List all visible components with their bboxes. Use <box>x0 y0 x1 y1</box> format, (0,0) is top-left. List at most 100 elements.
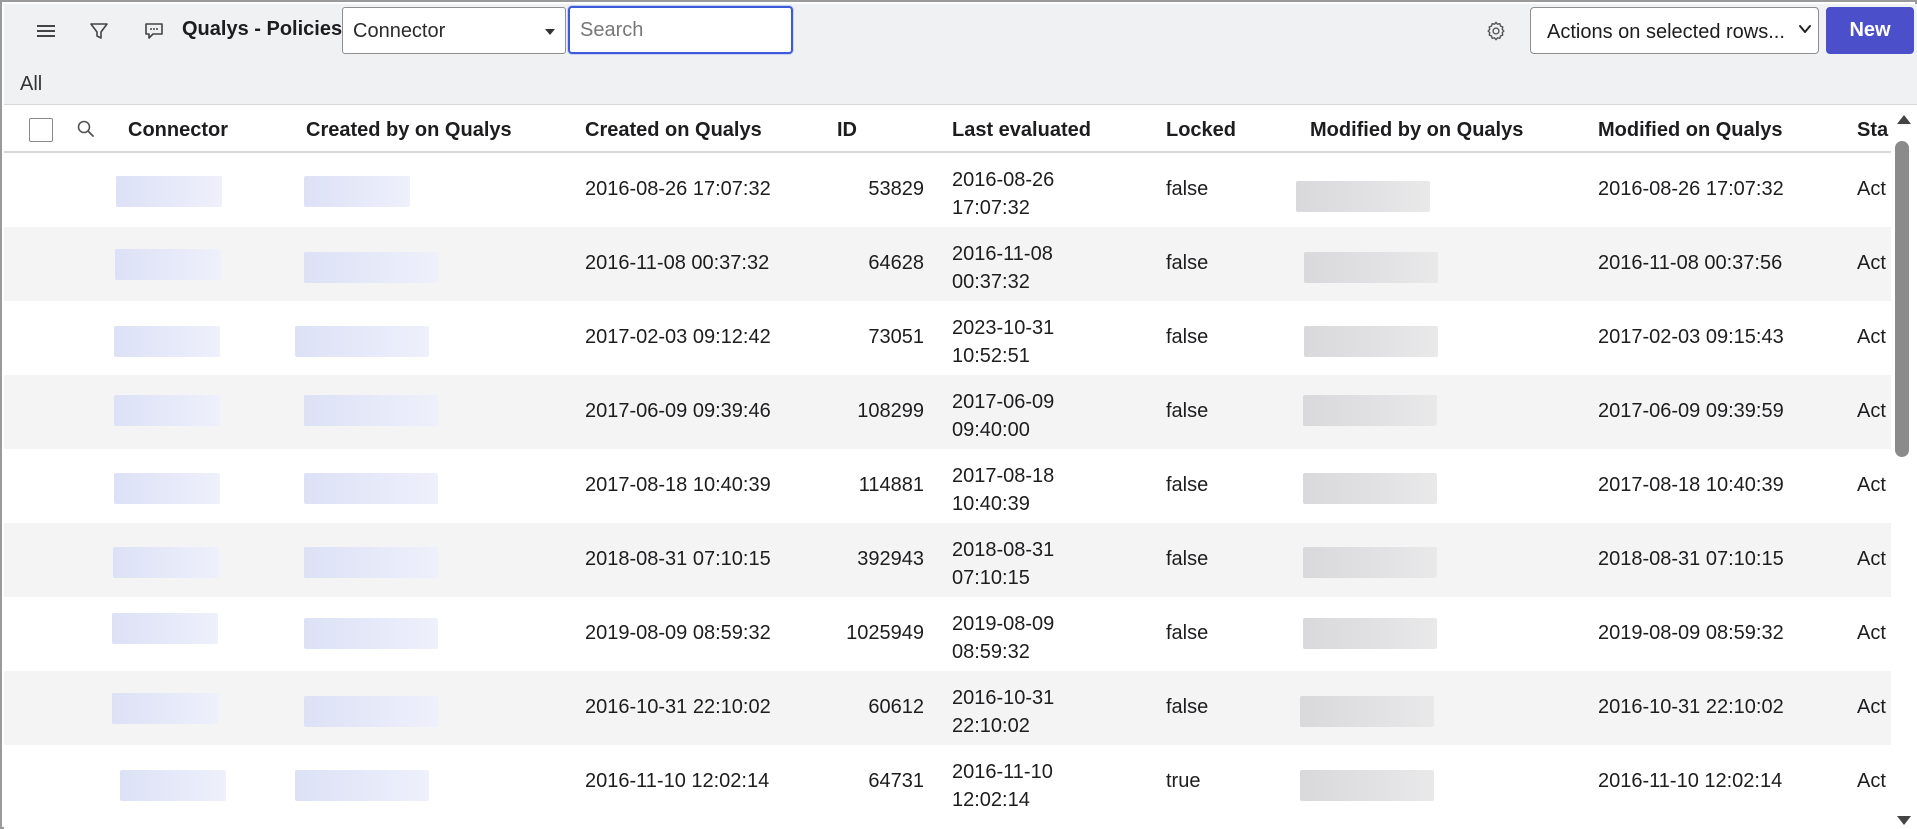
locked-cell: false <box>1166 252 1209 274</box>
locked-cell: false <box>1166 696 1209 718</box>
chevron-down-icon <box>1798 22 1812 41</box>
state-cell: Act <box>1857 474 1886 496</box>
created-by-link[interactable] <box>304 176 410 207</box>
modified-by-link[interactable] <box>1300 770 1434 801</box>
column-header-connector[interactable]: Connector <box>128 119 228 142</box>
search-field-select[interactable]: Connector <box>342 7 566 54</box>
state-cell: Act <box>1857 400 1886 422</box>
search-icon[interactable] <box>76 119 96 144</box>
modified-by-link[interactable] <box>1303 618 1437 649</box>
column-header-modified-on[interactable]: Modified on Qualys <box>1598 119 1782 142</box>
last-evaluated-cell: 2016-11-10 12:02:14 <box>952 758 1082 814</box>
table-row[interactable]: 2016-11-08 00:37:32 64628 2016-11-08 00:3… <box>4 227 1891 301</box>
modified-by-link[interactable] <box>1303 547 1437 578</box>
column-header-locked[interactable]: Locked <box>1166 119 1236 142</box>
locked-cell: false <box>1166 548 1209 570</box>
created-on-cell: 2017-02-03 09:12:42 <box>585 326 771 348</box>
modified-on-cell: 2016-11-10 12:02:14 <box>1598 770 1783 792</box>
id-cell: 64731 <box>868 770 924 792</box>
new-button[interactable]: New <box>1826 7 1914 54</box>
created-by-link[interactable] <box>295 770 429 801</box>
search-input[interactable] <box>568 6 793 54</box>
created-by-link[interactable] <box>304 547 438 578</box>
table-row[interactable]: 2017-06-09 09:39:46 108299 2017-06-09 09:… <box>4 375 1891 449</box>
state-cell: Act <box>1857 770 1886 792</box>
table-header: Connector Created by on Qualys Created o… <box>4 105 1891 153</box>
speech-bubble-icon[interactable] <box>138 16 170 46</box>
column-header-state[interactable]: Sta <box>1857 119 1888 142</box>
created-by-link[interactable] <box>304 395 438 426</box>
actions-select[interactable]: Actions on selected rows... <box>1530 7 1819 54</box>
modified-by-link[interactable] <box>1304 326 1438 357</box>
connector-link[interactable] <box>116 176 222 207</box>
created-on-cell: 2016-08-26 17:07:32 <box>585 178 771 200</box>
table-row[interactable]: 2016-11-10 12:02:14 64731 2016-11-10 12:0… <box>4 745 1891 819</box>
column-header-id[interactable]: ID <box>837 119 857 142</box>
state-cell: Act <box>1857 252 1886 274</box>
modified-by-link[interactable] <box>1303 395 1437 426</box>
id-cell: 392943 <box>857 548 924 570</box>
created-by-link[interactable] <box>304 696 438 727</box>
created-by-link[interactable] <box>304 252 438 283</box>
table-row[interactable]: 2019-08-09 08:59:32 1025949 2019-08-09 08… <box>4 597 1891 671</box>
table-row[interactable]: 2016-10-31 22:10:02 60612 2016-10-31 22:1… <box>4 671 1891 745</box>
modified-on-cell: 2016-08-26 17:07:32 <box>1598 178 1784 200</box>
last-evaluated-date: 2023-10-31 <box>952 317 1055 339</box>
last-evaluated-cell: 2017-06-09 09:40:00 <box>952 388 1082 444</box>
state-cell: Act <box>1857 548 1886 570</box>
table-row[interactable]: 2018-08-31 07:10:15 392943 2018-08-31 07:… <box>4 523 1891 597</box>
vertical-scrollbar[interactable] <box>1891 105 1917 829</box>
state-cell: Act <box>1857 696 1886 718</box>
hamburger-menu-icon[interactable] <box>30 16 62 46</box>
connector-link[interactable] <box>115 249 221 280</box>
id-cell: 1025949 <box>846 622 924 644</box>
gear-icon[interactable] <box>1480 16 1512 46</box>
connector-link[interactable] <box>114 473 220 504</box>
modified-on-cell: 2017-06-09 09:39:59 <box>1598 400 1784 422</box>
modified-by-link[interactable] <box>1296 181 1430 212</box>
scroll-down-arrow-icon[interactable] <box>1897 816 1911 825</box>
created-by-link[interactable] <box>304 618 438 649</box>
id-cell: 108299 <box>857 400 924 422</box>
scroll-up-arrow-icon[interactable] <box>1897 115 1911 124</box>
last-evaluated-cell: 2016-10-31 22:10:02 <box>952 684 1082 740</box>
locked-cell: false <box>1166 326 1209 348</box>
table-row[interactable]: 2016-08-26 17:07:32 53829 2016-08-26 17:0… <box>4 153 1891 227</box>
created-by-link[interactable] <box>295 326 429 357</box>
modified-by-link[interactable] <box>1300 696 1434 727</box>
modified-by-link[interactable] <box>1304 252 1438 283</box>
last-evaluated-time: 09:40:00 <box>952 419 1030 441</box>
id-cell: 73051 <box>868 326 924 348</box>
table-row[interactable]: 2017-08-18 10:40:39 114881 2017-08-18 10:… <box>4 449 1891 523</box>
column-header-modified-by[interactable]: Modified by on Qualys <box>1310 119 1523 142</box>
connector-link[interactable] <box>112 613 218 644</box>
modified-by-link[interactable] <box>1303 473 1437 504</box>
modified-on-cell: 2019-08-09 08:59:32 <box>1598 622 1784 644</box>
state-cell: Act <box>1857 622 1886 644</box>
last-evaluated-time: 10:40:39 <box>952 493 1030 515</box>
column-header-created-on[interactable]: Created on Qualys <box>585 119 762 142</box>
last-evaluated-time: 07:10:15 <box>952 567 1030 589</box>
connector-link[interactable] <box>112 693 218 724</box>
connector-link[interactable] <box>120 770 226 801</box>
column-header-created-by[interactable]: Created by on Qualys <box>306 119 512 142</box>
last-evaluated-cell: 2019-08-09 08:59:32 <box>952 610 1082 666</box>
created-on-cell: 2019-08-09 08:59:32 <box>585 622 771 644</box>
id-cell: 60612 <box>868 696 924 718</box>
scrollbar-thumb[interactable] <box>1895 141 1909 457</box>
connector-link[interactable] <box>114 326 220 357</box>
select-all-checkbox[interactable] <box>29 118 53 142</box>
last-evaluated-date: 2016-10-31 <box>952 687 1055 709</box>
connector-link[interactable] <box>114 395 220 426</box>
connector-link[interactable] <box>113 547 219 578</box>
column-header-last-evaluated[interactable]: Last evaluated <box>952 119 1091 142</box>
filter-funnel-icon[interactable] <box>83 16 115 46</box>
created-by-link[interactable] <box>304 473 438 504</box>
breadcrumb[interactable]: All <box>20 73 42 96</box>
actions-select-value: Actions on selected rows... <box>1547 21 1785 43</box>
modified-on-cell: 2016-10-31 22:10:02 <box>1598 696 1784 718</box>
table-row[interactable]: 2017-02-03 09:12:42 73051 2023-10-31 10:5… <box>4 301 1891 375</box>
locked-cell: false <box>1166 474 1209 496</box>
locked-cell: false <box>1166 178 1209 200</box>
modified-on-cell: 2017-02-03 09:15:43 <box>1598 326 1784 348</box>
